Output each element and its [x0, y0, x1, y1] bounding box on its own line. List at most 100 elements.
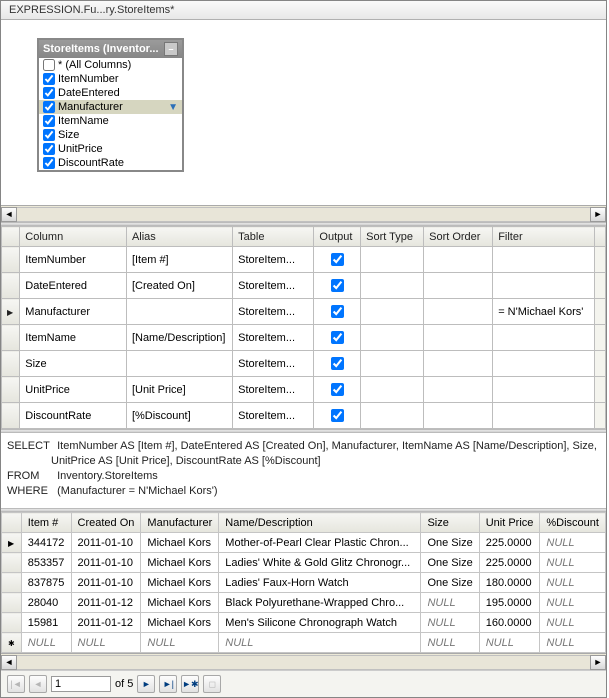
scroll-left-button[interactable]: ◄: [1, 207, 17, 222]
criteria-header[interactable]: Output: [314, 227, 361, 247]
criteria-cell[interactable]: [424, 247, 493, 273]
criteria-cell[interactable]: [424, 377, 493, 403]
criteria-cell[interactable]: [493, 325, 595, 351]
results-header[interactable]: Created On: [71, 513, 141, 533]
criteria-cell[interactable]: [361, 351, 424, 377]
criteria-header[interactable]: Alias: [126, 227, 232, 247]
results-cell[interactable]: NULL: [540, 533, 606, 553]
results-cell[interactable]: One Size: [421, 533, 479, 553]
criteria-cell[interactable]: [493, 377, 595, 403]
results-cell[interactable]: 180.0000: [479, 573, 540, 593]
results-grid[interactable]: Item #Created OnManufacturerName/Descrip…: [1, 512, 606, 653]
results-cell[interactable]: Michael Kors: [141, 553, 219, 573]
output-checkbox[interactable]: [331, 279, 344, 292]
column-item[interactable]: * (All Columns): [39, 58, 182, 72]
results-cell[interactable]: 28040: [21, 593, 71, 613]
criteria-cell[interactable]: ItemName: [20, 325, 127, 351]
criteria-cell[interactable]: [424, 325, 493, 351]
output-checkbox[interactable]: [331, 357, 344, 370]
criteria-grid[interactable]: ColumnAliasTableOutputSort TypeSort Orde…: [1, 226, 606, 429]
criteria-cell[interactable]: [424, 351, 493, 377]
criteria-cell[interactable]: DiscountRate: [20, 403, 127, 429]
results-cell[interactable]: Mother-of-Pearl Clear Plastic Chron...: [219, 533, 421, 553]
results-cell[interactable]: 225.0000: [479, 553, 540, 573]
criteria-cell[interactable]: [126, 351, 232, 377]
results-cell[interactable]: NULL: [21, 633, 71, 653]
results-cell[interactable]: NULL: [421, 593, 479, 613]
criteria-cell[interactable]: [314, 247, 361, 273]
criteria-cell[interactable]: [424, 403, 493, 429]
nav-new-button[interactable]: ►✱: [181, 675, 199, 693]
results-cell[interactable]: NULL: [479, 633, 540, 653]
results-row-header[interactable]: [2, 533, 22, 553]
results-cell[interactable]: NULL: [71, 633, 141, 653]
column-item[interactable]: DateEntered: [39, 86, 182, 100]
output-checkbox[interactable]: [331, 253, 344, 266]
results-header[interactable]: Unit Price: [479, 513, 540, 533]
results-cell[interactable]: Michael Kors: [141, 573, 219, 593]
criteria-row-header[interactable]: [2, 377, 20, 403]
criteria-cell[interactable]: [361, 273, 424, 299]
nav-next-button[interactable]: ►: [137, 675, 155, 693]
criteria-cell[interactable]: ItemNumber: [20, 247, 127, 273]
criteria-header[interactable]: Table: [233, 227, 314, 247]
column-item[interactable]: Size: [39, 128, 182, 142]
scroll-track[interactable]: [17, 207, 590, 222]
column-checkbox[interactable]: [43, 115, 55, 127]
results-cell[interactable]: NULL: [540, 633, 606, 653]
results-cell[interactable]: Ladies' White & Gold Glitz Chronogr...: [219, 553, 421, 573]
scroll-right-button[interactable]: ►: [590, 655, 606, 670]
results-cell[interactable]: 2011-01-12: [71, 593, 141, 613]
results-header[interactable]: %Discount: [540, 513, 606, 533]
nav-stop-button[interactable]: ◻: [203, 675, 221, 693]
criteria-row-header[interactable]: [2, 247, 20, 273]
results-cell[interactable]: NULL: [540, 593, 606, 613]
results-cell[interactable]: 2011-01-10: [71, 533, 141, 553]
results-cell[interactable]: One Size: [421, 553, 479, 573]
output-checkbox[interactable]: [331, 383, 344, 396]
criteria-row-header[interactable]: [2, 403, 20, 429]
results-row-header[interactable]: [2, 613, 22, 633]
results-cell[interactable]: 2011-01-10: [71, 553, 141, 573]
output-checkbox[interactable]: [331, 331, 344, 344]
criteria-cell[interactable]: [361, 377, 424, 403]
results-header[interactable]: Size: [421, 513, 479, 533]
results-cell[interactable]: NULL: [540, 553, 606, 573]
results-cell[interactable]: NULL: [141, 633, 219, 653]
criteria-header[interactable]: Column: [20, 227, 127, 247]
nav-prev-button[interactable]: ◄: [29, 675, 47, 693]
criteria-cell[interactable]: UnitPrice: [20, 377, 127, 403]
criteria-cell[interactable]: StoreItem...: [233, 299, 314, 325]
criteria-row-header[interactable]: [2, 325, 20, 351]
column-item[interactable]: ItemName: [39, 114, 182, 128]
criteria-cell[interactable]: [493, 273, 595, 299]
criteria-cell[interactable]: [314, 403, 361, 429]
criteria-cell[interactable]: Size: [20, 351, 127, 377]
sql-pane[interactable]: SELECT ItemNumber AS [Item #], DateEnter…: [1, 433, 606, 508]
criteria-cell[interactable]: [424, 299, 493, 325]
results-cell[interactable]: Black Polyurethane-Wrapped Chro...: [219, 593, 421, 613]
column-checkbox[interactable]: [43, 129, 55, 141]
nav-position-input[interactable]: [51, 676, 111, 692]
criteria-cell[interactable]: [361, 325, 424, 351]
column-item[interactable]: ItemNumber: [39, 72, 182, 86]
column-item[interactable]: UnitPrice: [39, 142, 182, 156]
diagram-hscroll[interactable]: ◄ ►: [1, 205, 606, 222]
results-cell[interactable]: 2011-01-10: [71, 573, 141, 593]
results-cell[interactable]: 2011-01-12: [71, 613, 141, 633]
results-cell[interactable]: Michael Kors: [141, 613, 219, 633]
column-checkbox[interactable]: [43, 59, 55, 71]
results-row-header[interactable]: [2, 633, 22, 653]
criteria-cell[interactable]: [314, 299, 361, 325]
column-item[interactable]: Manufacturer▼: [39, 100, 182, 114]
results-row-header[interactable]: [2, 553, 22, 573]
criteria-cell[interactable]: [314, 273, 361, 299]
criteria-row-header[interactable]: [2, 351, 20, 377]
criteria-cell[interactable]: [Created On]: [126, 273, 232, 299]
results-cell[interactable]: NULL: [219, 633, 421, 653]
results-cell[interactable]: NULL: [421, 633, 479, 653]
column-checkbox[interactable]: [43, 143, 55, 155]
criteria-cell[interactable]: [493, 247, 595, 273]
output-checkbox[interactable]: [331, 409, 344, 422]
criteria-cell[interactable]: [Item #]: [126, 247, 232, 273]
